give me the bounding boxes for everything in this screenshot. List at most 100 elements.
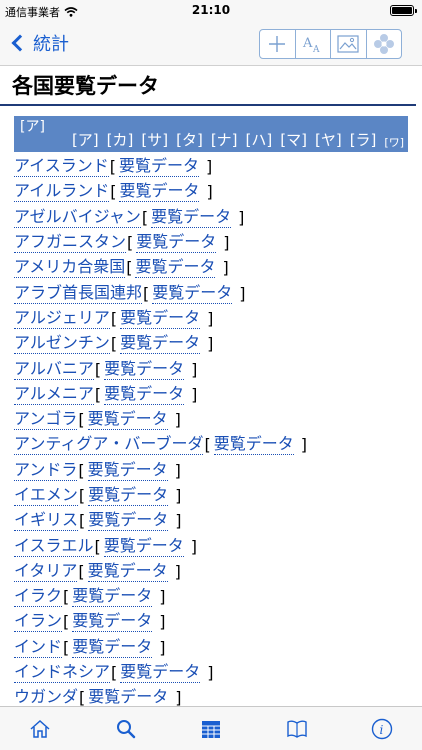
kana-index-item[interactable]: [ワ] [384, 134, 404, 150]
list-item: イスラエル[要覧データ] [14, 533, 414, 558]
kana-index-item[interactable]: [ナ] [211, 129, 238, 150]
overview-data-link[interactable]: 要覧データ [87, 561, 168, 582]
tab-home[interactable] [18, 707, 62, 750]
kana-index-item[interactable]: [ア] [72, 129, 99, 150]
font-size-button[interactable]: A A [296, 30, 331, 58]
country-name-link[interactable]: アイスランド [14, 156, 109, 178]
bracket-open: [ [109, 157, 116, 177]
country-name-link[interactable]: アルメニア [14, 384, 94, 405]
overview-data-link[interactable]: 要覧データ [88, 510, 169, 532]
bracket-open: [ [110, 308, 118, 328]
bracket-open: [ [79, 688, 86, 708]
bracket-open: [ [78, 460, 85, 480]
nav-bar: 統計 A A [0, 22, 422, 66]
bracket-open: [ [204, 435, 211, 455]
add-button[interactable] [260, 30, 296, 58]
tab-info[interactable]: i [360, 707, 404, 750]
list-item: アルゼンチン[要覧データ] [14, 331, 414, 356]
bracket-open: [ [63, 637, 70, 657]
bracket-close: ] [222, 258, 229, 278]
overview-data-link[interactable]: 要覧データ [103, 536, 184, 557]
country-name-link[interactable]: アルゼンチン [14, 333, 110, 355]
country-name-link[interactable]: イラク [14, 586, 63, 608]
tab-dictionary[interactable] [275, 707, 319, 750]
overview-data-link[interactable]: 要覧データ [118, 156, 199, 178]
list-item: インドネシア[要覧データ] [14, 660, 414, 685]
bracket-close: ] [159, 637, 166, 657]
bracket-close: ] [223, 233, 230, 253]
overview-data-link[interactable]: 要覧データ [88, 485, 169, 506]
image-icon [337, 35, 359, 53]
overview-data-link[interactable]: 要覧データ [213, 434, 294, 456]
tab-statistics[interactable] [189, 707, 233, 750]
tab-bar: i [0, 706, 422, 750]
kana-index-item[interactable]: [サ] [141, 129, 168, 150]
country-name-link[interactable]: イギリス [14, 510, 79, 532]
overview-data-link[interactable]: 要覧データ [72, 637, 153, 658]
overview-data-link[interactable]: 要覧データ [104, 359, 185, 380]
list-item: アンティグア・バーブーダ[要覧データ] [14, 432, 414, 457]
bracket-close: ] [174, 460, 181, 480]
list-item: イタリア[要覧データ] [14, 559, 414, 584]
overview-data-link[interactable]: 要覧データ [72, 586, 153, 608]
country-name-link[interactable]: アンドラ [14, 460, 78, 481]
kana-index-item[interactable]: [ヤ] [315, 129, 342, 150]
kana-index-item[interactable]: [ハ] [246, 129, 273, 150]
overview-data-link[interactable]: 要覧データ [120, 308, 201, 329]
kana-index-bar: [ア] [ア] [カ] [サ] [タ] [ナ] [ハ] [マ] [ヤ] [ラ] [ワ] [14, 116, 408, 152]
tab-search[interactable] [104, 707, 148, 750]
status-bar: 通信事業者 21:10 [0, 0, 422, 22]
country-list: アイスランド[要覧データ] アイルランド[要覧データ] アゼルバイジャン[要覧データ… [14, 154, 414, 711]
overview-data-link[interactable]: 要覧データ [119, 181, 200, 203]
country-name-link[interactable]: アンゴラ [14, 409, 78, 431]
country-name-link[interactable]: イスラエル [14, 536, 94, 557]
overview-data-link[interactable]: 要覧データ [136, 232, 217, 254]
font-size-icon: A A [302, 36, 320, 54]
country-name-link[interactable]: イエメン [14, 485, 78, 506]
country-name-link[interactable]: インドネシア [14, 662, 111, 684]
bracket-close: ] [159, 587, 166, 607]
list-item: イラン[要覧データ] [14, 609, 414, 634]
page-title: 各国要覧データ [12, 74, 159, 98]
kana-index-item[interactable]: [マ] [280, 129, 307, 150]
overview-data-link[interactable]: 要覧データ [151, 207, 232, 228]
overview-data-link[interactable]: 要覧データ [87, 460, 168, 481]
kana-index-item[interactable]: [タ] [176, 129, 203, 150]
list-item: イエメン[要覧データ] [14, 483, 414, 508]
overview-data-link[interactable]: 要覧データ [104, 384, 185, 405]
list-item: アメリカ合衆国[要覧データ] [14, 255, 414, 280]
country-name-link[interactable]: アルジェリア [14, 308, 110, 329]
svg-text:i: i [380, 723, 384, 737]
status-time: 21:10 [191, 3, 231, 17]
kana-index-item[interactable]: [ラ] [350, 129, 377, 150]
settings-button[interactable] [367, 30, 402, 58]
overview-data-link[interactable]: 要覧データ [72, 611, 153, 633]
bracket-close: ] [207, 308, 214, 328]
overview-data-link[interactable]: 要覧データ [120, 662, 201, 684]
back-button[interactable]: 統計 [10, 30, 69, 56]
image-button[interactable] [331, 30, 367, 58]
overview-data-link[interactable]: 要覧データ [152, 283, 233, 304]
country-name-link[interactable]: アルバニア [14, 359, 94, 380]
bracket-open: [ [94, 536, 101, 556]
country-name-link[interactable]: アゼルバイジャン [14, 207, 141, 228]
overview-data-link[interactable]: 要覧データ [120, 333, 201, 355]
list-item: アルバニア[要覧データ] [14, 356, 414, 381]
country-name-link[interactable]: インド [14, 637, 63, 658]
chevron-left-icon [11, 34, 29, 52]
bracket-close: ] [191, 359, 198, 379]
country-name-link[interactable]: アイルランド [14, 181, 110, 203]
country-name-link[interactable]: アメリカ合衆国 [14, 257, 126, 279]
country-name-link[interactable]: アンティグア・バーブーダ [14, 434, 204, 456]
list-item: アラブ首長国連邦[要覧データ] [14, 280, 414, 305]
country-name-link[interactable]: アフガニスタン [14, 232, 127, 254]
country-name-link[interactable]: アラブ首長国連邦 [14, 283, 143, 304]
kana-index-item[interactable]: [カ] [107, 129, 134, 150]
bracket-close: ] [174, 561, 181, 581]
bracket-close: ] [174, 410, 181, 430]
country-name-link[interactable]: イラン [14, 611, 63, 633]
book-icon [286, 720, 307, 738]
overview-data-link[interactable]: 要覧データ [87, 409, 168, 431]
country-name-link[interactable]: イタリア [14, 561, 78, 582]
overview-data-link[interactable]: 要覧データ [135, 257, 216, 279]
